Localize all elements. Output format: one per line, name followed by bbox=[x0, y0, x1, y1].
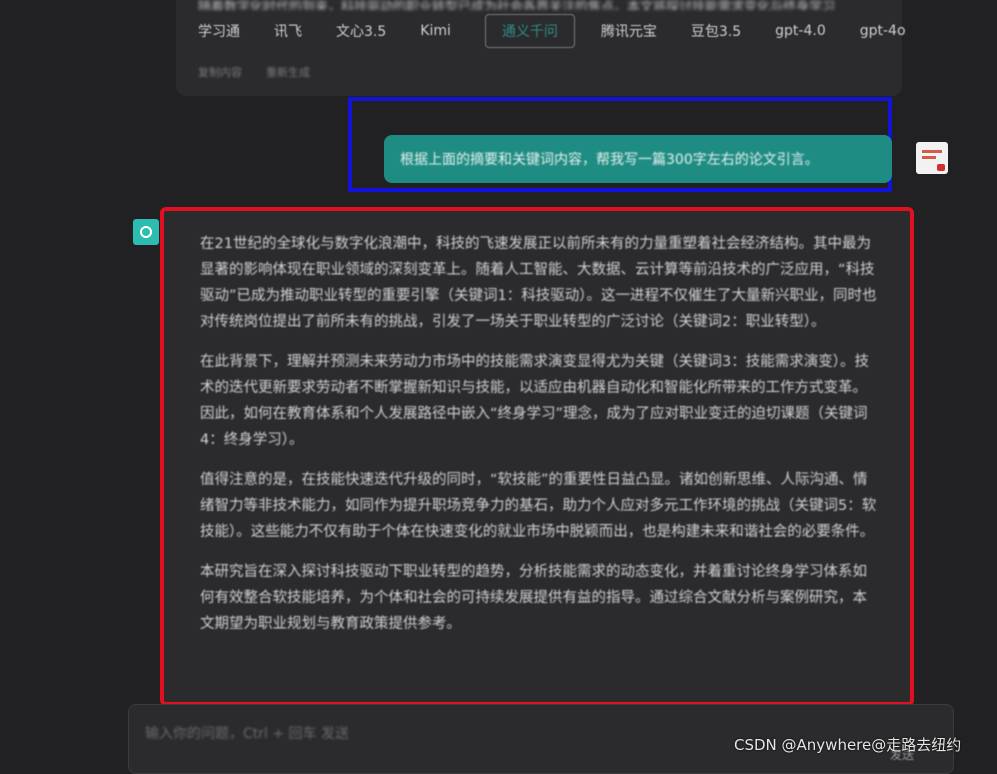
model-option[interactable]: 腾讯元宝 bbox=[601, 21, 657, 41]
answer-paragraph: 本研究旨在深入探讨科技驱动下职业转型的趋势，分析技能需求的动态变化，并着重讨论终… bbox=[200, 564, 867, 632]
answer-highlight: 在21世纪的全球化与数字化浪潮中，科技的飞速发展正以前所未有的力量重塑着社会经济… bbox=[160, 207, 914, 706]
watermark: CSDN @Anywhere@走路去纽约 bbox=[734, 736, 962, 754]
model-option[interactable]: gpt-4.0 bbox=[775, 23, 826, 39]
model-selector-row: 学习通 讯飞 文心3.5 Kimi 通义千问 腾讯元宝 豆包3.5 gpt-4.0 gpt-4o bbox=[198, 14, 940, 48]
model-option[interactable]: 豆包3.5 bbox=[691, 21, 741, 41]
model-option[interactable]: gpt-4o bbox=[860, 23, 906, 39]
answer-paragraph: 在21世纪的全球化与数字化浪潮中，科技的飞速发展正以前所未有的力量重塑着社会经济… bbox=[200, 236, 877, 330]
previous-answer-card: 随着数字化时代的到来，科技驱动的职业转型已成为社会各界关注的焦点。本文将探讨技能… bbox=[176, 0, 906, 96]
card-actions: 复制内容 重新生成 bbox=[198, 64, 334, 80]
answer-paragraph: 值得注意的是，在技能快速迭代升级的同时，“软技能”的重要性日益凸显。诸如创新思维… bbox=[200, 472, 877, 540]
user-message-bubble: 根据上面的摘要和关键词内容，帮我写一篇300字左右的论文引言。 bbox=[384, 135, 892, 183]
model-option[interactable]: 文心3.5 bbox=[336, 21, 386, 41]
answer-paragraph: 在此背景下，理解并预测未来劳动力市场中的技能需求演变显得尤为关键（关键词3：技能… bbox=[200, 354, 869, 448]
previous-answer-text: 随着数字化时代的到来，科技驱动的职业转型已成为社会各界关注的焦点。本文将探讨技能… bbox=[198, 0, 836, 10]
copy-action[interactable]: 复制内容 bbox=[198, 64, 242, 80]
bot-avatar-icon bbox=[133, 219, 159, 245]
chat-input-placeholder: 输入你的问题，Ctrl + 回车 发送 bbox=[145, 726, 349, 742]
model-option[interactable]: 讯飞 bbox=[274, 21, 302, 41]
model-option[interactable]: Kimi bbox=[420, 23, 451, 39]
answer-content: 在21世纪的全球化与数字化浪潮中，科技的飞速发展正以前所未有的力量重塑着社会经济… bbox=[200, 231, 878, 651]
user-message-text: 根据上面的摘要和关键词内容，帮我写一篇300字左右的论文引言。 bbox=[400, 152, 819, 168]
user-avatar bbox=[916, 142, 948, 174]
regenerate-action[interactable]: 重新生成 bbox=[266, 64, 310, 80]
model-option[interactable]: 学习通 bbox=[198, 21, 240, 41]
model-option[interactable]: 通义千问 bbox=[484, 14, 575, 48]
